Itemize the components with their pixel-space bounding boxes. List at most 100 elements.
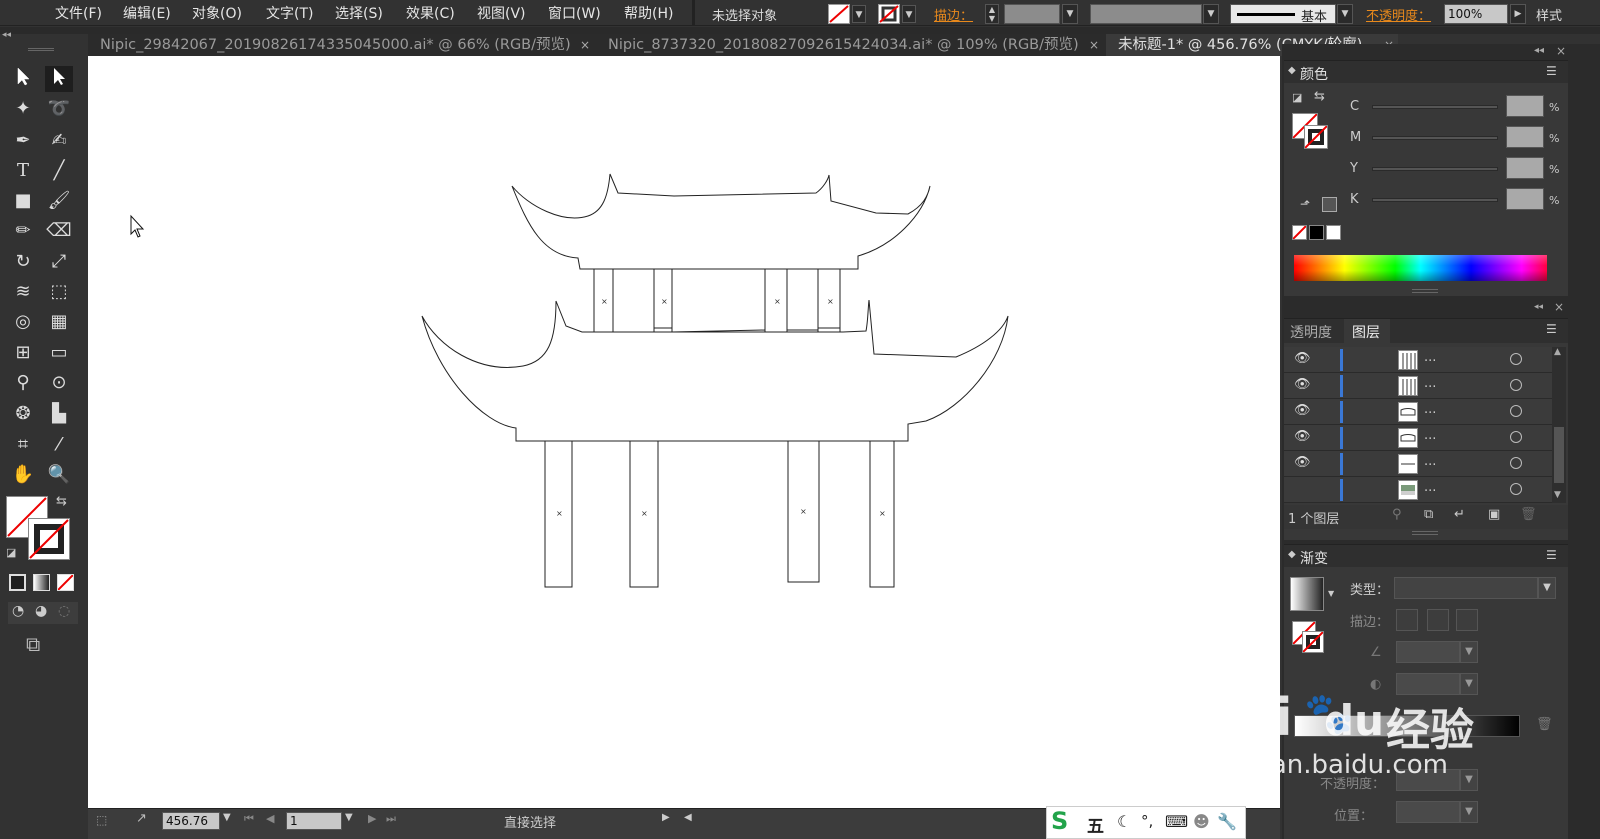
pencil-icon[interactable]: ✏ (9, 218, 37, 244)
shape-builder-icon[interactable]: ◎ (9, 309, 37, 335)
line-icon[interactable]: ╱ (45, 158, 73, 184)
screen-mode-icon[interactable]: ⧉ (26, 632, 40, 656)
menu-window[interactable]: 窗口(W) (548, 3, 601, 23)
keyboard-icon[interactable]: ⌨ (1165, 812, 1188, 831)
layers-scrollbar[interactable]: ▲ ▼ (1552, 347, 1566, 503)
panel-toggle-icon[interactable]: ◆ (1288, 65, 1296, 76)
panel-resize-grip[interactable] (1412, 289, 1438, 293)
paintbrush-icon[interactable]: 🖌 (45, 188, 73, 214)
color-spectrum[interactable] (1294, 255, 1547, 281)
stroke-weight-dropdown[interactable]: ▼ (1062, 4, 1078, 24)
hand-icon[interactable]: ✋ (9, 462, 37, 488)
scroll-thumb[interactable] (1554, 427, 1564, 483)
stroke-across-icon[interactable] (1456, 609, 1478, 631)
brush-style-select[interactable]: 基本 (1230, 4, 1336, 25)
selection-icon[interactable] (9, 66, 37, 92)
menu-edit[interactable]: 编辑(E) (123, 3, 171, 23)
gradient-type-dropdown-icon[interactable]: ▼ (1538, 577, 1556, 599)
tab-document-1[interactable]: Nipic_29842067_20190826174335045000.ai* … (88, 34, 588, 56)
color-stroke-indicator[interactable] (1304, 125, 1328, 149)
variable-width-select[interactable] (1090, 4, 1202, 24)
eye-icon[interactable]: 👁 (1294, 403, 1311, 418)
panel-menu-icon[interactable]: ☰ (1546, 548, 1557, 562)
black-slider[interactable] (1372, 198, 1498, 202)
target-icon[interactable] (1510, 353, 1522, 365)
tab-transparency[interactable]: 透明度 (1290, 322, 1332, 342)
target-icon[interactable] (1510, 379, 1522, 391)
gradient-position-dropdown-icon[interactable]: ▼ (1460, 801, 1478, 823)
web-safe-swatch[interactable] (1322, 197, 1337, 212)
none-quick-swatch[interactable] (1292, 225, 1307, 240)
tab-layers[interactable]: 图层 (1344, 319, 1390, 343)
prev-artboard-icon[interactable]: ◀ (266, 812, 274, 825)
scroll-down-icon[interactable]: ▼ (1554, 490, 1561, 500)
warp-icon[interactable]: ≋ (9, 279, 37, 305)
draw-normal-icon[interactable]: ◔ (12, 603, 24, 619)
tab-close-icon[interactable]: × (580, 34, 590, 56)
next-artboard-icon[interactable]: ▶ (368, 812, 376, 825)
symbol-sprayer-icon[interactable]: ❂ (9, 401, 37, 427)
artboard-icon[interactable]: ⌗ (9, 432, 37, 458)
graph-icon[interactable]: ▙ (45, 401, 73, 427)
layer-row[interactable]: 👁 ... (1284, 347, 1552, 373)
draw-inside-icon[interactable]: ◌ (58, 603, 70, 619)
user-icon[interactable]: ☻ (1193, 812, 1210, 831)
draw-behind-icon[interactable]: ◕ (35, 603, 47, 619)
scroll-left-icon[interactable]: ◀ (684, 812, 692, 823)
black-quick-swatch[interactable] (1309, 225, 1324, 240)
sogou-logo-icon[interactable]: S (1051, 807, 1068, 835)
tab-close-icon[interactable]: × (1089, 34, 1099, 56)
yellow-slider[interactable] (1372, 167, 1498, 171)
wrench-icon[interactable]: 🔧 (1217, 812, 1237, 831)
opacity-label[interactable]: 不透明度： (1366, 5, 1431, 24)
artboard-dropdown-icon[interactable]: ▼ (345, 812, 353, 823)
none-mode-icon[interactable] (57, 574, 74, 591)
opacity-input[interactable]: 100% (1444, 4, 1508, 24)
gradient-preview-swatch[interactable] (1290, 577, 1324, 611)
stroke-weight-stepper[interactable]: ▲ ▼ (985, 4, 999, 24)
free-transform-icon[interactable]: ⬚ (45, 279, 73, 305)
status-menu-icon[interactable]: ▶ (662, 812, 670, 823)
stroke-within-icon[interactable] (1396, 609, 1418, 631)
cyan-slider[interactable] (1372, 105, 1498, 109)
close-icon[interactable]: × (1554, 300, 1564, 314)
blend-icon[interactable]: ⊙ (45, 370, 73, 396)
stroke-along-icon[interactable] (1427, 609, 1449, 631)
eye-icon[interactable]: 👁 (1294, 455, 1311, 470)
panel-resize-grip[interactable] (1412, 531, 1438, 535)
pen-icon[interactable]: ✒ (9, 128, 37, 154)
layer-row[interactable]: 👁 ... (1284, 451, 1552, 477)
magic-wand-icon[interactable]: ✦ (9, 96, 37, 122)
lasso-icon[interactable]: ➰ (45, 96, 73, 122)
scroll-up-icon[interactable]: ▲ (1554, 347, 1561, 357)
eyedropper-icon[interactable]: ⚲ (9, 370, 37, 396)
fill-swatch[interactable] (828, 4, 850, 24)
target-icon[interactable] (1510, 405, 1522, 417)
stroke-weight-input[interactable] (1004, 4, 1060, 24)
direct-selection-icon[interactable] (45, 66, 73, 92)
brush-style-dropdown[interactable]: ▼ (1337, 4, 1353, 24)
gradient-mode-icon[interactable] (33, 574, 50, 591)
gradient-stroke-indicator[interactable] (1302, 631, 1324, 653)
moon-icon[interactable]: ☾ (1117, 812, 1131, 831)
collapse-icon[interactable]: ◂◂ (1534, 302, 1543, 312)
white-quick-swatch[interactable] (1326, 225, 1341, 240)
layer-row[interactable]: 👁 ... (1284, 425, 1552, 451)
cyan-input[interactable] (1506, 95, 1544, 117)
layer-row[interactable]: 👁 ... (1284, 373, 1552, 399)
stroke-swatch[interactable] (878, 4, 900, 24)
new-layer-icon[interactable]: ▣ (1488, 507, 1500, 522)
tab-document-2[interactable]: Nipic_8737320_20180827092615424034.ai* @… (596, 34, 1096, 56)
gradient-position-input[interactable] (1396, 801, 1460, 823)
color-mode-icon[interactable] (9, 574, 26, 591)
type-icon[interactable]: T (9, 158, 37, 184)
artboard-nav-icon[interactable]: ⬚ (96, 813, 107, 827)
menu-help[interactable]: 帮助(H) (624, 3, 673, 23)
perspective-icon[interactable]: ▦ (45, 309, 73, 335)
eye-icon[interactable]: 👁 (1294, 351, 1311, 366)
style-label[interactable]: 样式 (1536, 5, 1562, 24)
new-sublayer-icon[interactable]: ↵ (1454, 507, 1465, 522)
default-color-icon[interactable]: ◪ (1292, 91, 1302, 104)
stroke-label[interactable]: 描边： (934, 5, 973, 24)
eye-icon[interactable]: 👁 (1294, 481, 1311, 496)
